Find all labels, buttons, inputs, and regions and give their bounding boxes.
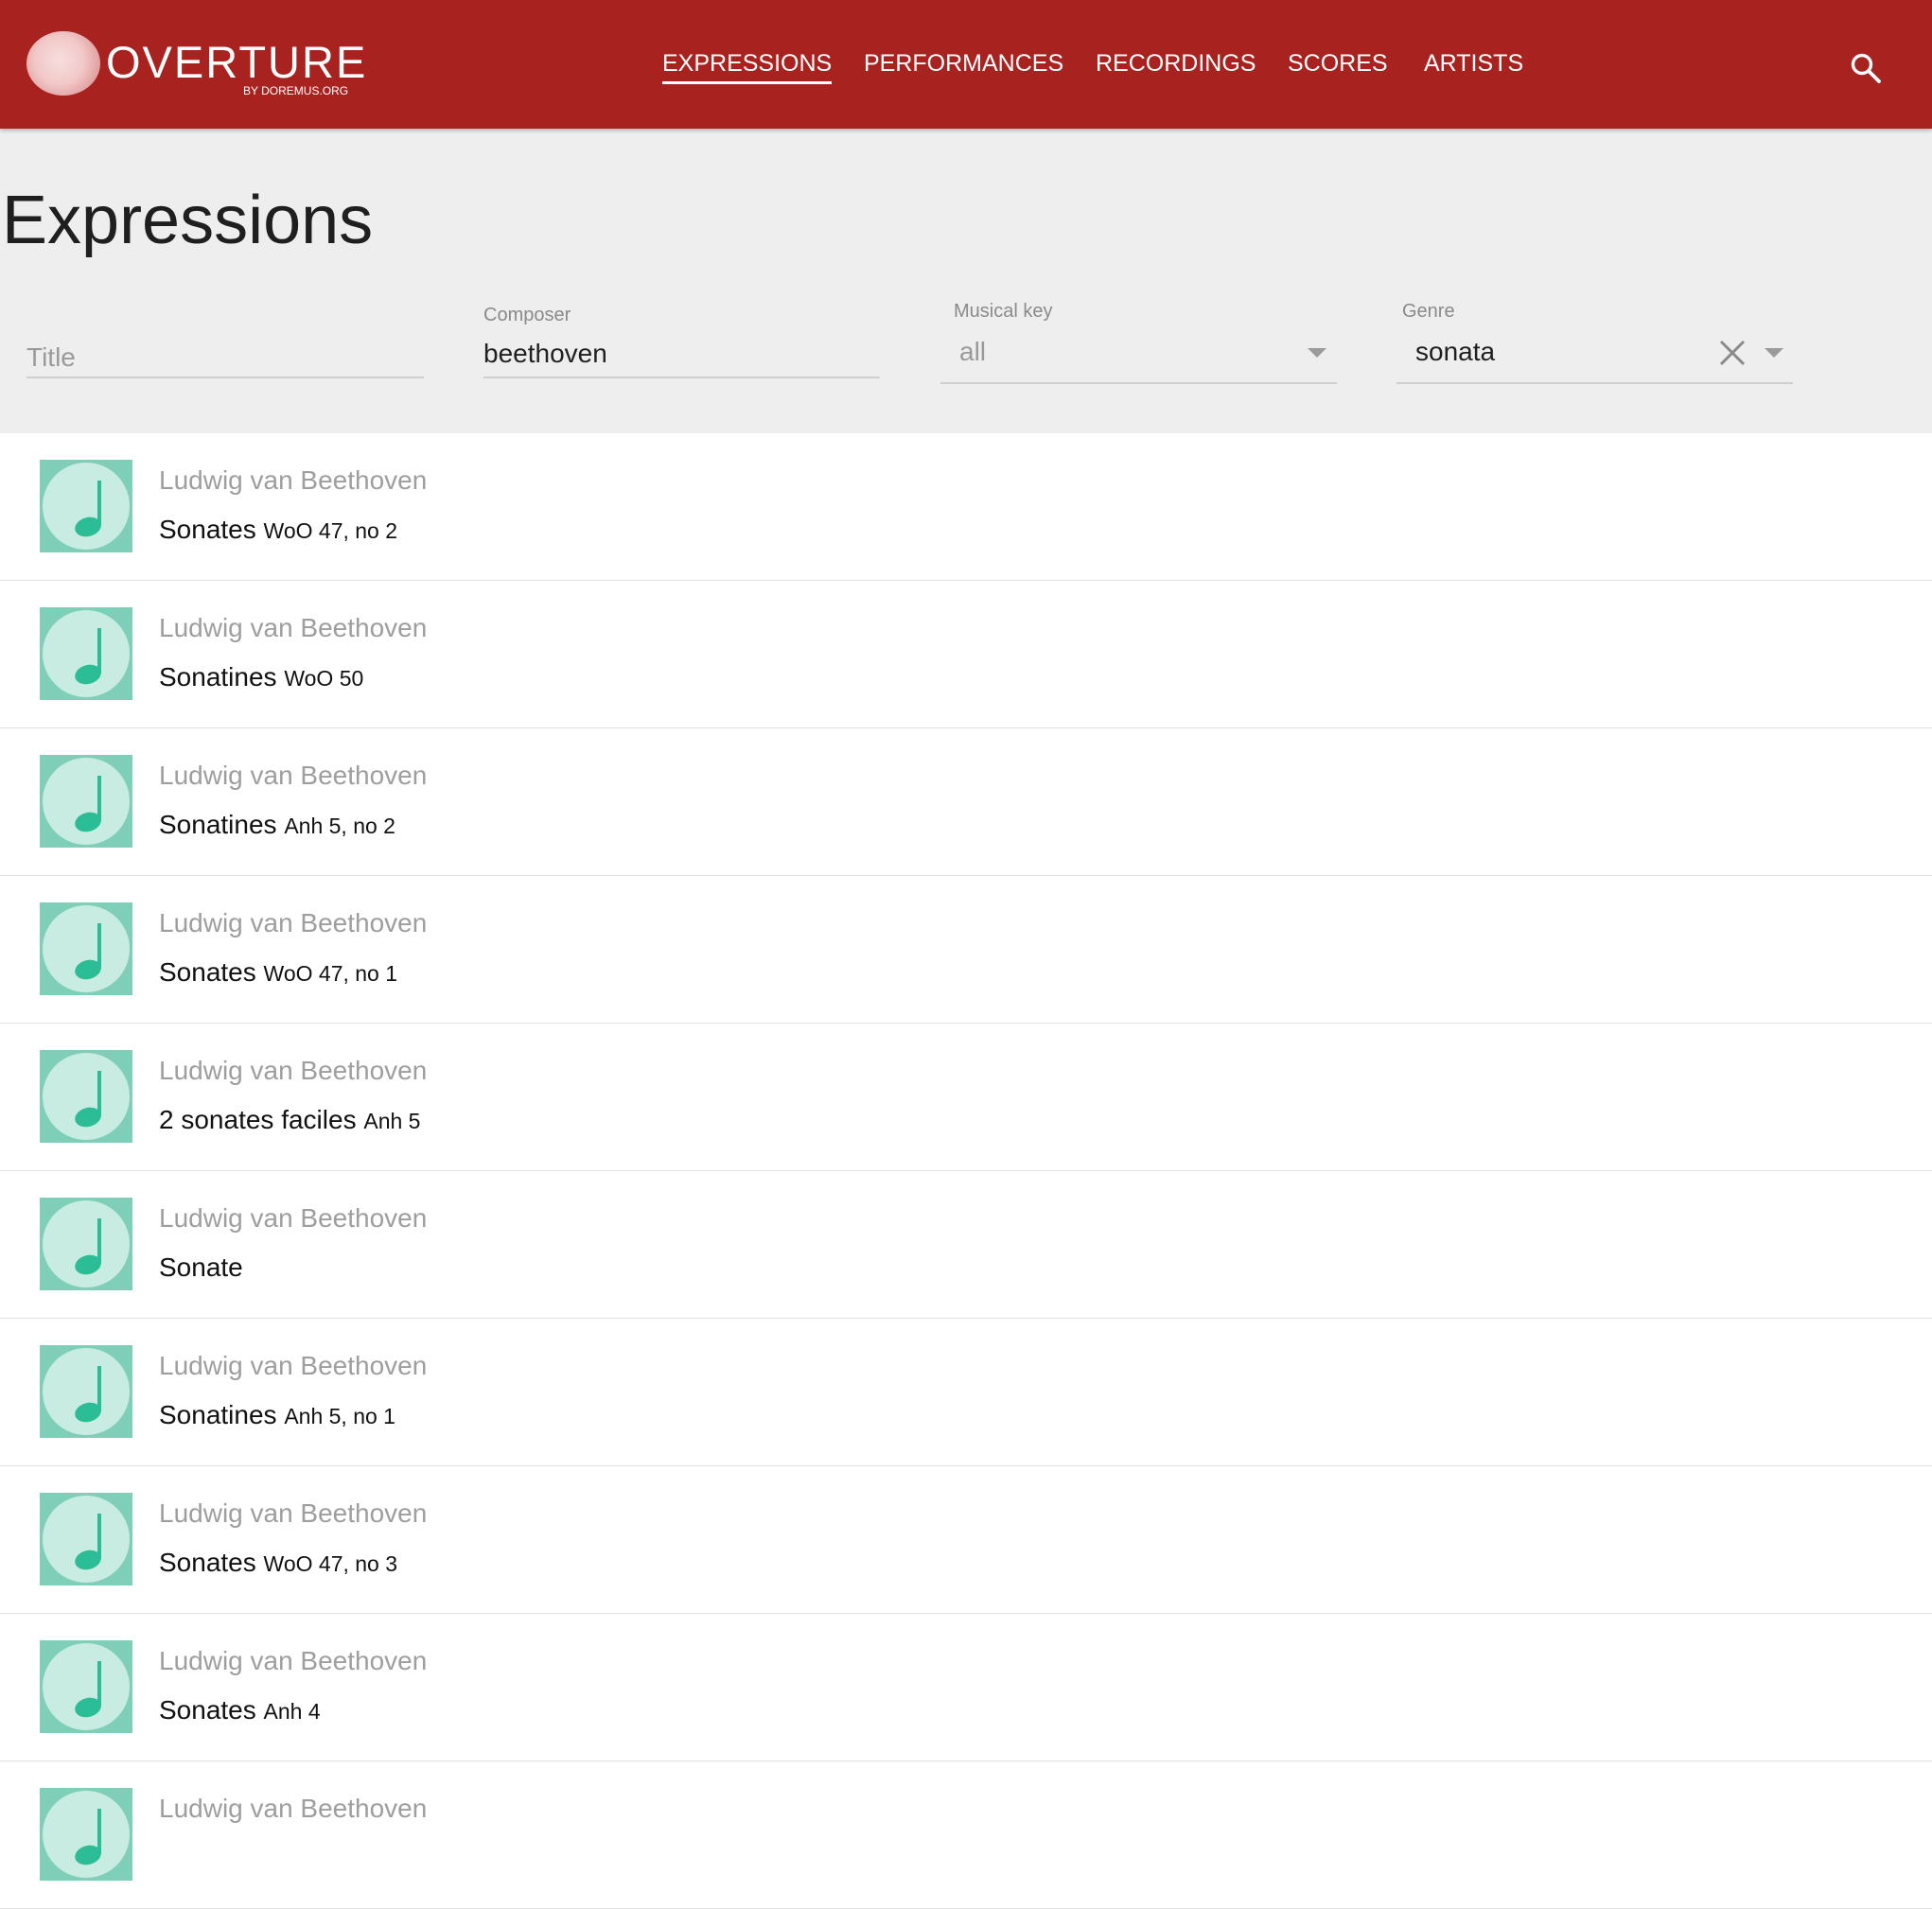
item-composer: Ludwig van Beethoven (159, 1351, 428, 1380)
nav-expressions[interactable]: EXPRESSIONS (662, 47, 833, 84)
top-app-bar: OVERTURE BY DOREMUS.ORG EXPRESSIONS PERF… (0, 0, 1932, 129)
music-note-icon (40, 1198, 132, 1290)
nav-performances[interactable]: PERFORMANCES (864, 47, 1063, 79)
item-composer: Ludwig van Beethoven (159, 1794, 428, 1823)
item-title: Sonatines WoO 50 (159, 662, 364, 692)
item-title: Sonates Anh 4 (159, 1695, 321, 1725)
list-item[interactable]: Ludwig van Beethoven (0, 1761, 1932, 1909)
item-catalog: Anh 4 (263, 1699, 321, 1724)
list-item[interactable]: Ludwig van Beethoven Sonatines Anh 5, no… (0, 728, 1932, 876)
clear-icon[interactable] (1718, 339, 1747, 367)
list-item[interactable]: Ludwig van Beethoven 2 sonates faciles A… (0, 1024, 1932, 1171)
title-filter (26, 339, 424, 378)
search-icon[interactable] (1849, 51, 1883, 85)
item-composer: Ludwig van Beethoven (159, 1056, 428, 1085)
expressions-list: Ludwig van Beethoven Sonates WoO 47, no … (0, 433, 1932, 1909)
item-title: Sonates WoO 47, no 1 (159, 957, 398, 987)
title-input-underline (26, 377, 424, 378)
logo-title[interactable]: OVERTURE (106, 38, 367, 87)
chevron-down-icon[interactable] (1765, 348, 1783, 358)
filter-panel: Expressions Composer beethoven Musical k… (0, 129, 1932, 434)
musical-key-underline (940, 382, 1337, 384)
musical-key-select[interactable]: Musical key all (940, 301, 1337, 384)
list-item[interactable]: Ludwig van Beethoven Sonate (0, 1171, 1932, 1319)
musical-key-label: Musical key (954, 301, 1053, 322)
item-title: Sonatines Anh 5, no 1 (159, 1400, 395, 1429)
list-item[interactable]: Ludwig van Beethoven Sonates WoO 47, no … (0, 876, 1932, 1024)
music-note-icon (40, 1493, 132, 1585)
music-note-icon (40, 460, 132, 552)
item-composer: Ludwig van Beethoven (159, 465, 428, 495)
logo-icon[interactable] (26, 31, 100, 96)
item-composer: Ludwig van Beethoven (159, 613, 428, 642)
item-title: Sonatines Anh 5, no 2 (159, 810, 395, 839)
item-catalog: WoO 50 (284, 666, 364, 691)
page-title: Expressions (2, 183, 374, 258)
nav-recordings[interactable]: RECORDINGS (1096, 47, 1256, 79)
composer-label: Composer (483, 305, 571, 325)
item-composer: Ludwig van Beethoven (159, 1203, 428, 1233)
item-catalog: Anh 5, no 2 (284, 814, 395, 838)
genre-value[interactable]: sonata (1415, 337, 1495, 367)
item-title: Sonates WoO 47, no 3 (159, 1548, 398, 1577)
item-composer: Ludwig van Beethoven (159, 1646, 428, 1675)
music-note-icon (40, 1788, 132, 1881)
musical-key-value[interactable]: all (959, 337, 986, 367)
genre-underline (1396, 382, 1793, 384)
genre-label: Genre (1402, 301, 1455, 322)
logo-subtitle: BY DOREMUS.ORG (243, 84, 349, 97)
music-note-icon (40, 1640, 132, 1733)
nav-scores[interactable]: SCORES (1288, 47, 1388, 79)
list-item[interactable]: Ludwig van Beethoven Sonatines WoO 50 (0, 581, 1932, 728)
title-input[interactable] (26, 339, 414, 377)
item-title: Sonate (159, 1252, 243, 1282)
music-note-icon (40, 902, 132, 995)
item-catalog: Anh 5 (363, 1109, 421, 1133)
item-composer: Ludwig van Beethoven (159, 908, 428, 937)
music-note-icon (40, 1050, 132, 1143)
music-note-icon (40, 607, 132, 700)
music-note-icon (40, 1345, 132, 1438)
music-note-icon (40, 755, 132, 848)
chevron-down-icon[interactable] (1308, 348, 1326, 358)
item-composer: Ludwig van Beethoven (159, 761, 428, 790)
item-title: Sonates WoO 47, no 2 (159, 515, 398, 544)
nav-artists[interactable]: ARTISTS (1424, 47, 1523, 79)
list-item[interactable]: Ludwig van Beethoven Sonatines Anh 5, no… (0, 1319, 1932, 1466)
item-catalog: WoO 47, no 2 (263, 518, 398, 543)
composer-input-underline (483, 377, 880, 378)
list-item[interactable]: Ludwig van Beethoven Sonates Anh 4 (0, 1614, 1932, 1761)
composer-input[interactable]: beethoven (483, 339, 607, 369)
item-composer: Ludwig van Beethoven (159, 1498, 428, 1528)
list-item[interactable]: Ludwig van Beethoven Sonates WoO 47, no … (0, 433, 1932, 581)
genre-select[interactable]: Genre sonata (1396, 301, 1793, 384)
item-catalog: WoO 47, no 1 (263, 961, 398, 986)
item-title: 2 sonates faciles Anh 5 (159, 1105, 421, 1134)
composer-filter: Composer beethoven (483, 305, 880, 378)
list-item[interactable]: Ludwig van Beethoven Sonates WoO 47, no … (0, 1466, 1932, 1614)
item-catalog: WoO 47, no 3 (263, 1551, 398, 1576)
item-catalog: Anh 5, no 1 (284, 1404, 395, 1428)
